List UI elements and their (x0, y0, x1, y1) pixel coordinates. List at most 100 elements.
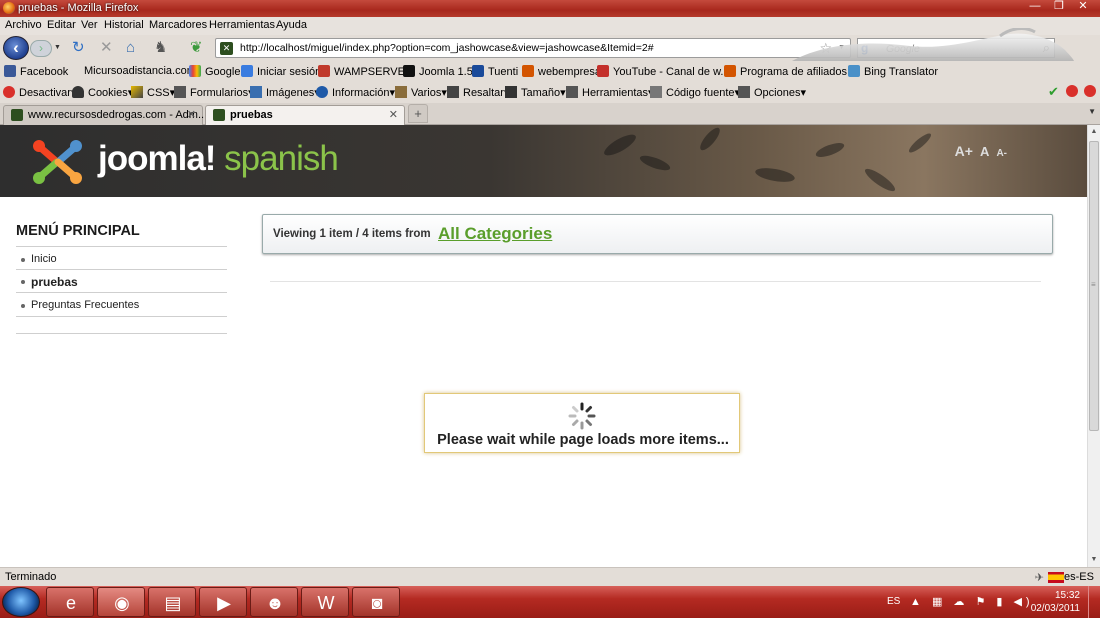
bookmark-bing-translator[interactable]: Bing Translator (848, 65, 938, 78)
dev-opciones[interactable]: Opciones▾ (738, 86, 806, 99)
search-input[interactable]: Google (886, 43, 920, 55)
google-engine-icon[interactable]: g (861, 41, 868, 55)
bookmark-google[interactable]: Google (189, 65, 240, 78)
joomla-icon (403, 65, 415, 77)
dev-css[interactable]: CSS▾ (131, 86, 175, 99)
url-text[interactable]: http://localhost/miguel/index.php?option… (240, 42, 654, 54)
dev-codigo-fuente[interactable]: Código fuente▾ (650, 86, 740, 99)
dev-tamano[interactable]: Tamaño▾ (505, 86, 566, 99)
site-logo-text[interactable]: joomla! spanish (98, 139, 339, 179)
disable-icon (3, 86, 15, 98)
bookmark-joomla[interactable]: Joomla 1.5 (403, 65, 473, 78)
tab-recursosdedrogas[interactable]: www.recursosdedrogas.com - Adm... ✕ (3, 105, 207, 125)
loading-spinner-icon (568, 402, 596, 430)
dev-herramientas[interactable]: Herramientas▾ (566, 86, 654, 99)
all-categories-link[interactable]: All Categories (438, 224, 552, 244)
tab-pruebas[interactable]: pruebas ✕ (205, 105, 405, 125)
bookmark-tuenti[interactable]: Tuenti (472, 65, 518, 78)
taskbar-messenger[interactable]: ☻ (250, 587, 298, 617)
bookmark-micursoadistancia[interactable]: Micursoadistancia.com (84, 65, 196, 77)
tools-icon (566, 86, 578, 98)
bookmark-wampserver[interactable]: WAMPSERVER (318, 65, 413, 78)
reload-icon[interactable]: ↻ (72, 40, 85, 56)
addon-icon[interactable]: ♞ (154, 40, 167, 56)
misc-icon (395, 86, 407, 98)
bookmark-facebook[interactable]: Facebook (4, 65, 68, 78)
menu-ayuda[interactable]: Ayuda (276, 19, 307, 31)
firefox-icon: ◉ (114, 593, 130, 613)
dev-imagenes[interactable]: Imágenes▾ (250, 86, 320, 99)
dev-resaltar[interactable]: Resaltar▾ (447, 86, 509, 99)
leaves-decoration (604, 127, 932, 192)
font-increase-button[interactable]: A+ (955, 143, 973, 159)
font-decrease-button[interactable]: A- (996, 148, 1007, 159)
search-bar[interactable]: g Google ⌕ (857, 38, 1055, 58)
maximize-button[interactable]: ❐ (1048, 0, 1070, 14)
vertical-scrollbar[interactable]: ▲ ≡ ▼ (1087, 125, 1100, 567)
dev-desactivar[interactable]: Desactivar▾ (3, 86, 76, 99)
menu-editar[interactable]: Editar (47, 19, 76, 31)
bookmark-webempresa[interactable]: webempresa (522, 65, 601, 78)
menu-herramientas[interactable]: Herramientas (209, 19, 275, 31)
locale-indicator[interactable]: es-ES (1064, 571, 1094, 583)
scroll-up-icon[interactable]: ▲ (1088, 126, 1100, 138)
web-slice-icon[interactable]: ❦ (190, 40, 203, 56)
bookmark-iniciar-sesion[interactable]: Iniciar sesión (241, 65, 321, 78)
dev-formularios[interactable]: Formularios▾ (174, 86, 254, 99)
url-dropdown-icon[interactable]: ▼ (838, 44, 845, 51)
taskbar-firefox[interactable]: ◉ (97, 587, 145, 617)
menu-historial[interactable]: Historial (104, 19, 144, 31)
images-icon (250, 86, 262, 98)
bookmark-youtube[interactable]: YouTube - Canal de w... (597, 65, 730, 78)
close-tab-icon[interactable]: ✕ (389, 106, 398, 124)
close-tab-icon[interactable]: ✕ (187, 106, 196, 124)
web-developer-toolbar: Desactivar▾ Cookies▾ CSS▾ Formularios▾ I… (0, 82, 1100, 103)
site-header: joomla! spanish A+ A A- (0, 125, 1087, 197)
tray-icons[interactable]: ▲ ▦ ☁ ⚑ ▮ ◀) (910, 595, 1034, 608)
content-divider (270, 281, 1041, 282)
validation-ok-icon[interactable]: ✔ (1048, 84, 1059, 100)
tab-list-icon[interactable]: ▼ (1088, 107, 1096, 116)
clock[interactable]: 15:32 02/03/2011 (1031, 589, 1080, 615)
dev-cookies[interactable]: Cookies▾ (72, 86, 133, 99)
taskbar-explorer[interactable]: ▤ (148, 587, 196, 617)
taskbar-media-player[interactable]: ▶ (199, 587, 247, 617)
menu-item-inicio[interactable]: Inicio (21, 253, 57, 265)
status-text: Terminado (5, 571, 57, 583)
font-reset-button[interactable]: A (980, 144, 989, 159)
stop-icon[interactable]: ✕ (100, 40, 113, 56)
input-language[interactable]: ES (887, 596, 900, 607)
show-desktop-button[interactable] (1088, 586, 1100, 618)
scroll-down-icon[interactable]: ▼ (1088, 554, 1100, 566)
dev-varios[interactable]: Varios▾ (395, 86, 447, 99)
taskbar-camera[interactable]: ◙ (352, 587, 400, 617)
menu-item-preguntas-frecuentes[interactable]: Preguntas Frecuentes (20, 299, 139, 311)
menu-archivo[interactable]: Archivo (5, 19, 42, 31)
addon-status-icon[interactable]: ✈ (1035, 571, 1044, 584)
start-button[interactable] (2, 587, 40, 617)
web-page: joomla! spanish A+ A A- MENÚ PRINCIPAL I… (0, 125, 1087, 567)
taskbar-internet-explorer[interactable]: e (46, 587, 94, 617)
menu-marcadores[interactable]: Marcadores (149, 19, 207, 31)
menu-ver[interactable]: Ver (81, 19, 98, 31)
menu-item-pruebas[interactable]: pruebas (21, 275, 78, 289)
google-icon (189, 65, 201, 77)
address-bar[interactable]: ✕ http://localhost/miguel/index.php?opti… (215, 38, 851, 58)
search-icon[interactable]: ⌕ (1043, 40, 1050, 56)
bookmark-programa-afiliados[interactable]: Programa de afiliados ... (724, 65, 859, 78)
taskbar-word[interactable]: W (301, 587, 349, 617)
home-icon[interactable]: ⌂ (126, 40, 135, 56)
minimize-button[interactable]: — (1024, 0, 1046, 14)
menu-divider (16, 316, 227, 317)
forward-button[interactable]: › (30, 40, 52, 57)
menu-divider (16, 246, 227, 247)
back-button[interactable]: ‹ (3, 36, 29, 60)
dev-informacion[interactable]: Información▾ (316, 86, 395, 99)
close-toolbar-icon[interactable] (1084, 85, 1100, 98)
bookmark-star-icon[interactable]: ☆ (819, 40, 832, 57)
error-icon[interactable] (1066, 85, 1082, 98)
new-tab-button[interactable]: + (408, 104, 428, 123)
history-dropdown-icon[interactable]: ▼ (54, 44, 61, 51)
window-title: pruebas - Mozilla Firefox (18, 2, 139, 14)
close-window-button[interactable]: ✕ (1072, 0, 1094, 14)
